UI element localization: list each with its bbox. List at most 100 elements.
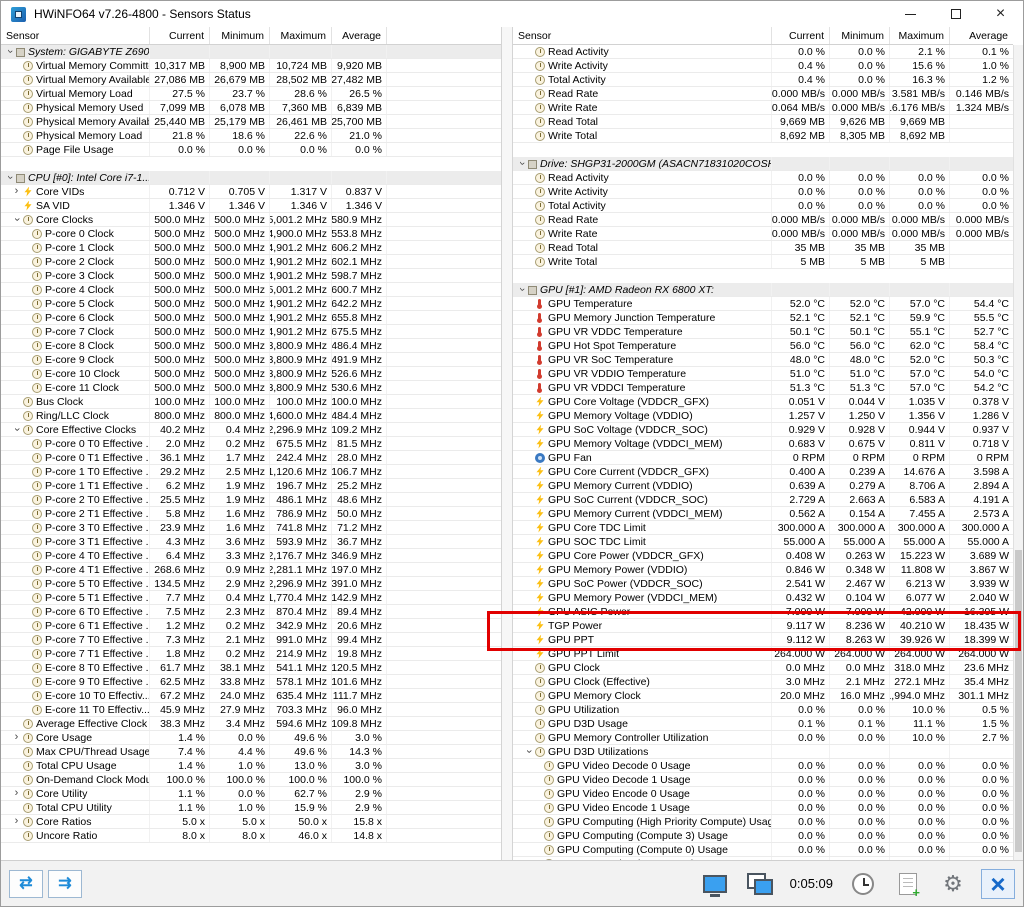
sensor-row[interactable]: GPU Memory Voltage (VDDIO) 1.257 V 1.250 V… xyxy=(513,409,1013,423)
sensor-row[interactable]: GPU Memory Voltage (VDDCI_MEM) 0.683 V 0.6… xyxy=(513,437,1013,451)
sensor-row[interactable]: P-core 2 Clock 500.0 MHz 500.0 MHz 4,901.2 … xyxy=(1,255,501,269)
sensor-row[interactable]: › Core Utility 1.1 % 0.0 % 62.7 % 2.9 % xyxy=(1,787,501,801)
sensor-row[interactable]: GPU Core Power (VDDCR_GFX) 0.408 W 0.263 W… xyxy=(513,549,1013,563)
sensor-row[interactable]: GPU VR SoC Temperature 48.0 °C 48.0 °C 52.0… xyxy=(513,353,1013,367)
sensor-row[interactable]: Max CPU/Thread Usage 7.4 % 4.4 % 49.6 % 14.3… xyxy=(1,745,501,759)
swap-panels-button[interactable]: ⇄ xyxy=(9,869,43,898)
sensor-row[interactable]: GPU SOC TDC Limit 55.000 A 55.000 A 55.000 … xyxy=(513,535,1013,549)
close-sensors-button[interactable]: × xyxy=(981,868,1015,899)
column-header-current[interactable]: Current xyxy=(771,27,829,44)
sensor-row[interactable]: GPU Memory Clock 20.0 MHz 16.0 MHz 1,994.0 … xyxy=(513,689,1013,703)
sensor-row[interactable]: GPU Memory Power (VDDIO) 0.846 W 0.348 W 11… xyxy=(513,563,1013,577)
column-header-current[interactable]: Current xyxy=(149,27,209,44)
sensor-row[interactable]: GPU Computing (High Priority Compute) Us… xyxy=(513,815,1013,829)
sensor-row[interactable]: GPU PPT 9.112 W 8.263 W 39.926 W 18.399 W xyxy=(513,633,1013,647)
group-header-row[interactable]: › CPU [#0]: Intel Core i7-1... xyxy=(1,171,501,185)
sensor-row[interactable]: › GPU D3D Utilizations xyxy=(513,745,1013,759)
chevron-down-icon[interactable]: › xyxy=(4,171,16,184)
sensor-row[interactable]: GPU PPT Limit 264.000 W 264.000 W 264.000 W… xyxy=(513,647,1013,661)
sensor-row[interactable]: GPU Video Encode 1 Usage 0.0 % 0.0 % 0.0 % 0… xyxy=(513,801,1013,815)
sensor-row[interactable]: Total Activity 0.4 % 0.0 % 16.3 % 1.2 % xyxy=(513,73,1013,87)
sensor-row[interactable]: P-core 6 Clock 500.0 MHz 500.0 MHz 4,901.2 … xyxy=(1,311,501,325)
sensor-row[interactable]: GPU D3D Usage 0.1 % 0.1 % 11.1 % 1.5 % xyxy=(513,717,1013,731)
sensor-row[interactable]: E-core 11 Clock 500.0 MHz 500.0 MHz 3,800.9… xyxy=(1,381,501,395)
chevron-down-icon[interactable]: › xyxy=(11,213,23,226)
sensor-row[interactable]: Virtual Memory Committed 10,317 MB 8,900 M… xyxy=(1,59,501,73)
column-header-sensor[interactable]: Sensor xyxy=(513,27,771,44)
chevron-right-icon[interactable]: › xyxy=(10,788,23,799)
sensor-row[interactable]: E-core 9 T0 Effective ... 62.5 MHz 33.8 MH… xyxy=(1,675,501,689)
sensor-row[interactable]: P-core 4 T1 Effective ... 268.6 MHz 0.9 MH… xyxy=(1,563,501,577)
sensor-row[interactable]: GPU Memory Current (VDDIO) 0.639 A 0.279 A… xyxy=(513,479,1013,493)
sensor-row[interactable]: Write Rate 0.064 MB/s 0.000 MB/s 16.176 MB/… xyxy=(513,101,1013,115)
sensor-row[interactable]: GPU Computing (Compute 3) Usage 0.0 % 0.0 … xyxy=(513,829,1013,843)
sensor-row[interactable]: Page File Usage 0.0 % 0.0 % 0.0 % 0.0 % xyxy=(1,143,501,157)
sensor-row[interactable]: P-core 6 T1 Effective ... 1.2 MHz 0.2 MHz 3… xyxy=(1,619,501,633)
sensor-row[interactable]: › Core VIDs 0.712 V 0.705 V 1.317 V 0.837 V xyxy=(1,185,501,199)
sensor-row[interactable]: GPU VR VDDCI Temperature 51.3 °C 51.3 °C 57… xyxy=(513,381,1013,395)
sensor-row[interactable]: GPU SoC Power (VDDCR_SOC) 2.541 W 2.467 W6… xyxy=(513,577,1013,591)
sensor-row[interactable]: P-core 5 T0 Effective ... 134.5 MHz 2.9 MH… xyxy=(1,577,501,591)
sensor-row[interactable]: Average Effective Clock 38.3 MHz 3.4 MHz 59… xyxy=(1,717,501,731)
chevron-down-icon[interactable]: › xyxy=(516,157,528,170)
sensor-row[interactable]: › Core Effective Clocks 40.2 MHz 0.4 MHz 2,2… xyxy=(1,423,501,437)
settings-button[interactable]: ⚙ xyxy=(936,869,970,899)
sensor-row[interactable]: GPU Clock 0.0 MHz 0.0 MHz 318.0 MHz 23.6 MHz xyxy=(513,661,1013,675)
sensor-row[interactable]: P-core 3 T0 Effective ... 23.9 MHz 1.6 MHz… xyxy=(1,521,501,535)
sensor-row[interactable]: Virtual Memory Load 27.5 % 23.7 % 28.6 % 26.… xyxy=(1,87,501,101)
sensor-row[interactable]: E-core 10 Clock 500.0 MHz 500.0 MHz 3,800.9… xyxy=(1,367,501,381)
sensor-row[interactable]: P-core 3 T1 Effective ... 4.3 MHz 3.6 MHz 5… xyxy=(1,535,501,549)
sensor-row[interactable]: Write Activity 0.0 % 0.0 % 0.0 % 0.0 % xyxy=(513,185,1013,199)
sensor-row[interactable]: E-core 11 T0 Effectiv... 45.9 MHz 27.9 MHz… xyxy=(1,703,501,717)
column-header-maximum[interactable]: Maximum xyxy=(269,27,331,44)
sensor-row[interactable]: GPU Fan 0 RPM 0 RPM 0 RPM 0 RPM xyxy=(513,451,1013,465)
group-header-row[interactable]: › System: GIGABYTE Z690 ... xyxy=(1,45,501,59)
column-header-minimum[interactable]: Minimum xyxy=(209,27,269,44)
column-header-sensor[interactable]: Sensor xyxy=(1,27,149,44)
group-header-row[interactable]: › GPU [#1]: AMD Radeon RX 6800 XT: xyxy=(513,283,1013,297)
maximize-button[interactable] xyxy=(933,1,978,27)
sensor-row[interactable]: P-core 4 Clock 500.0 MHz 500.0 MHz 5,001.2 … xyxy=(1,283,501,297)
sensor-row[interactable]: Write Total 5 MB 5 MB 5 MB xyxy=(513,255,1013,269)
sensor-row[interactable]: GPU Core TDC Limit 300.000 A 300.000 A 300.… xyxy=(513,521,1013,535)
logging-timer-button[interactable] xyxy=(846,869,880,899)
sensor-row[interactable]: On-Demand Clock Modul...100.0 %100.0 %10… xyxy=(1,773,501,787)
scrollbar-thumb[interactable] xyxy=(1015,550,1022,852)
sensor-row[interactable]: GPU Core Voltage (VDDCR_GFX) 0.051 V 0.044… xyxy=(513,395,1013,409)
minimize-button[interactable] xyxy=(888,1,933,27)
sensor-row[interactable]: › Core Usage 1.4 % 0.0 % 49.6 % 3.0 % xyxy=(1,731,501,745)
sensor-row[interactable]: GPU Clock (Effective) 3.0 MHz 2.1 MHz 272.1… xyxy=(513,675,1013,689)
chevron-down-icon[interactable]: › xyxy=(523,745,535,758)
sensor-row[interactable]: GPU Memory Power (VDDCI_MEM) 0.432 W 0.104… xyxy=(513,591,1013,605)
column-header-average[interactable]: Average xyxy=(949,27,1013,44)
sensor-row[interactable]: SA VID 1.346 V 1.346 V 1.346 V 1.346 V xyxy=(1,199,501,213)
sensor-row[interactable]: Write Activity 0.4 % 0.0 % 15.6 % 1.0 % xyxy=(513,59,1013,73)
sensor-row[interactable]: GPU Hot Spot Temperature 56.0 °C 56.0 °C 62… xyxy=(513,339,1013,353)
sensor-row[interactable]: Total CPU Usage 1.4 % 1.0 % 13.0 % 3.0 % xyxy=(1,759,501,773)
sensor-row[interactable]: P-core 5 T1 Effective ... 7.7 MHz 0.4 MHz 1… xyxy=(1,591,501,605)
sensor-row[interactable]: P-core 7 T0 Effective ... 7.3 MHz 2.1 MHz 9… xyxy=(1,633,501,647)
sensor-row[interactable]: GPU SoC Current (VDDCR_SOC) 2.729 A 2.663 … xyxy=(513,493,1013,507)
shift-right-button[interactable]: ⇉ xyxy=(48,869,82,898)
remote-monitor-button[interactable] xyxy=(698,869,732,899)
sensor-row[interactable]: E-core 8 T0 Effective ... 61.7 MHz 38.1 MH… xyxy=(1,661,501,675)
report-button[interactable] xyxy=(891,869,925,900)
chevron-right-icon[interactable]: › xyxy=(10,816,23,827)
sensor-row[interactable]: › Core Clocks 500.0 MHz 500.0 MHz 5,001.2 MH… xyxy=(1,213,501,227)
sensor-row[interactable]: P-core 1 Clock 500.0 MHz 500.0 MHz 4,901.2 … xyxy=(1,241,501,255)
sensor-row[interactable]: GPU Memory Controller Utilization 0.0 % 0.… xyxy=(513,731,1013,745)
group-header-row[interactable]: › Drive: SHGP31-2000GM (ASACN71831020COSH… xyxy=(513,157,1013,171)
column-header-maximum[interactable]: Maximum xyxy=(889,27,949,44)
sensor-row[interactable]: GPU Memory Junction Temperature 52.1 °C 52… xyxy=(513,311,1013,325)
sensor-row[interactable]: Read Rate 0.000 MB/s 0.000 MB/s 3.581 MB/s 0… xyxy=(513,87,1013,101)
sensor-row[interactable]: E-core 8 Clock 500.0 MHz 500.0 MHz 3,800.9 … xyxy=(1,339,501,353)
sensor-row[interactable]: GPU VR VDDIO Temperature 51.0 °C 51.0 °C 57… xyxy=(513,367,1013,381)
sensor-row[interactable]: GPU Video Decode 1 Usage 0.0 % 0.0 % 0.0 % 0… xyxy=(513,773,1013,787)
sensor-row[interactable]: P-core 0 Clock 500.0 MHz 500.0 MHz 4,900.0 … xyxy=(1,227,501,241)
sensor-row[interactable]: GPU Video Decode 0 Usage 0.0 % 0.0 % 0.0 % 0… xyxy=(513,759,1013,773)
sensor-row[interactable]: Read Activity 0.0 % 0.0 % 0.0 % 0.0 % xyxy=(513,171,1013,185)
sensor-row[interactable]: Virtual Memory Available 27,086 MB 26,679 … xyxy=(1,73,501,87)
chevron-right-icon[interactable]: › xyxy=(10,186,23,197)
sensor-row[interactable]: P-core 5 Clock 500.0 MHz 500.0 MHz 4,901.2 … xyxy=(1,297,501,311)
sensor-row[interactable]: GPU ASIC Power 7.000 W 7.000 W 42.000 W 16.3… xyxy=(513,605,1013,619)
